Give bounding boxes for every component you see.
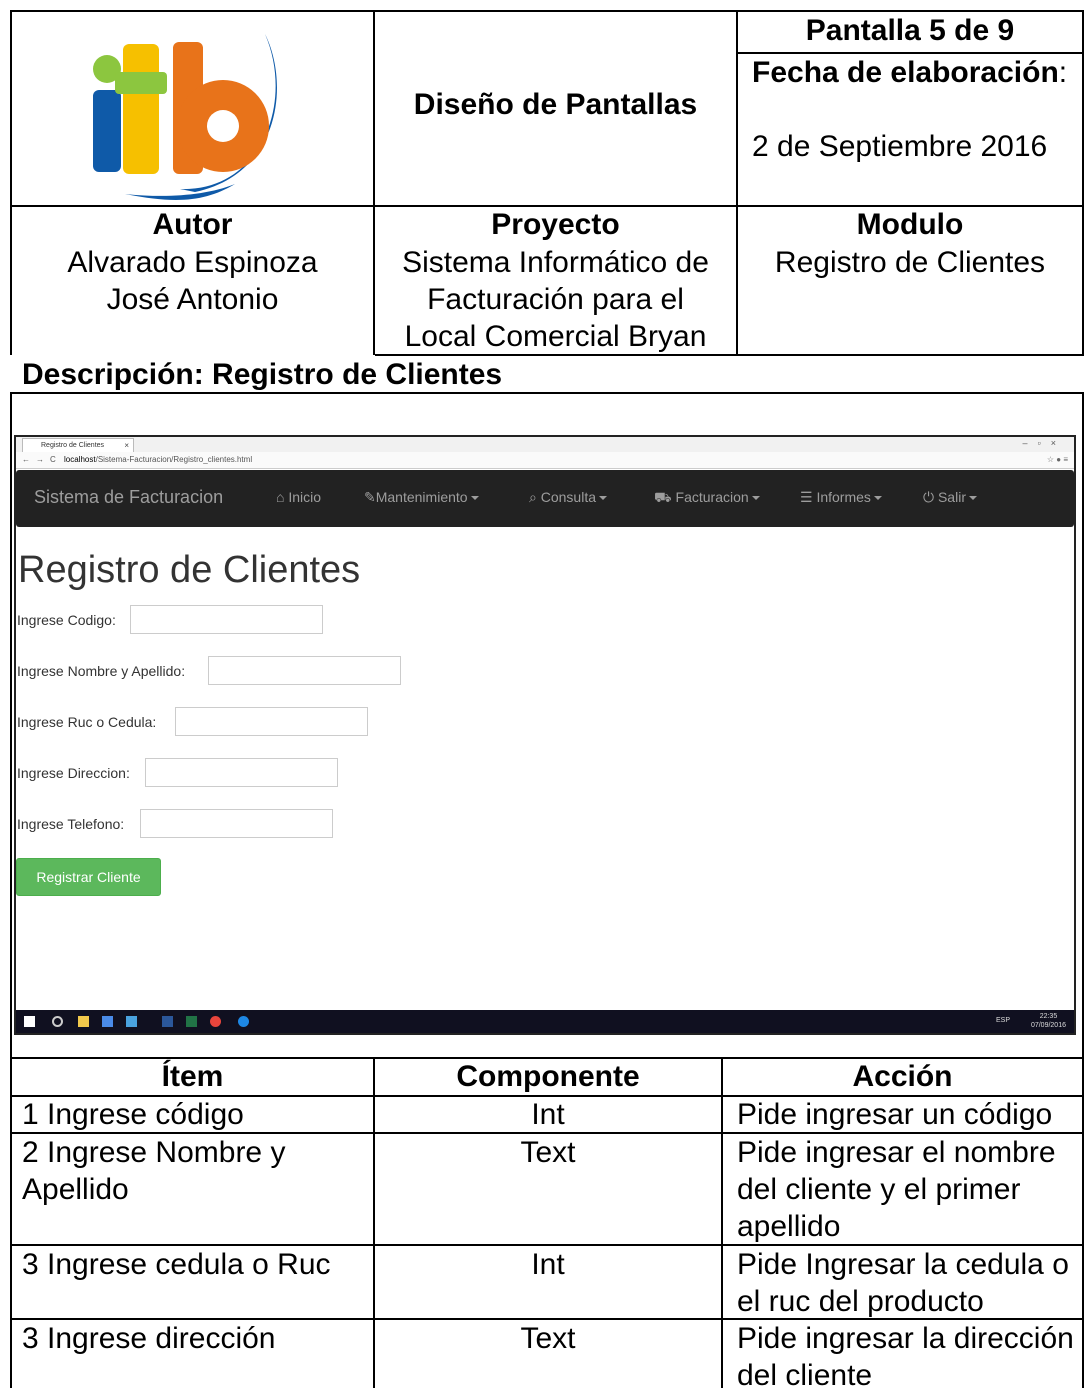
caret-down-icon [599, 496, 607, 501]
nav-informes[interactable]: ☰ Informes [800, 489, 882, 506]
language-indicator: ESP [995, 1017, 1010, 1024]
row-4-componente: Text [520, 1322, 576, 1355]
row-3-componente: Int [531, 1248, 565, 1281]
nav-brand[interactable]: Sistema de Facturacion [34, 487, 223, 508]
caret-down-icon [873, 496, 882, 501]
registrar-cliente-button[interactable]: Registrar Cliente [16, 858, 161, 896]
ruc-input[interactable] [175, 707, 368, 736]
header-accion: Acción [852, 1060, 953, 1093]
address-bar[interactable]: ←→C localhost/Sistema-Facturacion/Regist… [16, 452, 1074, 469]
telefono-input[interactable] [140, 809, 333, 838]
nombre-label: Ingrese Nombre y Apellido: [17, 663, 186, 679]
wrench-icon: ✎ [364, 489, 376, 505]
cart-icon: ⛟ [654, 489, 672, 505]
itb-logo [85, 14, 295, 202]
border-line [10, 392, 12, 1057]
header-item: Ítem [161, 1060, 224, 1093]
fecha-value: 2 de Septiembre 2016 [752, 130, 1048, 163]
nav-mantenimiento[interactable]: ✎Mantenimiento [364, 489, 479, 506]
url-path: /Sistema-Facturacion/Registro_clientes.h… [95, 455, 253, 464]
nav-consulta[interactable]: ⌕ Consulta [529, 489, 607, 506]
nav-facturacion[interactable]: ⛟ Facturacion [654, 489, 760, 508]
edge-icon[interactable] [238, 1016, 249, 1027]
browser-tab-bar: Registro de Clientes × –▫× [16, 437, 1074, 453]
row-2-componente: Text [520, 1136, 576, 1169]
modulo-value: Registro de Clientes [774, 246, 1046, 279]
proyecto-label: Proyecto [491, 208, 620, 241]
home-icon: ⌂ [276, 489, 285, 505]
row-4-item: 3 Ingrese dirección [22, 1322, 276, 1355]
caret-down-icon [968, 496, 977, 501]
nombre-input[interactable] [208, 656, 401, 685]
codigo-label: Ingrese Codigo: [17, 612, 116, 628]
ruc-label: Ingrese Ruc o Cedula: [17, 714, 157, 730]
caret-down-icon [751, 496, 760, 501]
proyecto-line-1: Sistema Informático de [402, 246, 709, 279]
tab-close-icon[interactable]: × [124, 439, 129, 452]
browser-screenshot: Registro de Clientes × –▫× ←→C localhost… [14, 435, 1076, 1035]
proyecto-line-3: Local Comercial Bryan [404, 320, 707, 353]
word-icon[interactable] [162, 1016, 173, 1027]
app-navbar: Sistema de Facturacion ⌂ Inicio ✎Manteni… [16, 470, 1074, 527]
autor-line-1: Alvarado Espinoza [67, 246, 318, 279]
border-line [10, 1057, 12, 1388]
row-2-item: 2 Ingrese Nombre y Apellido [22, 1136, 286, 1206]
nav-arrows-icon[interactable]: ←→C [22, 455, 62, 464]
list-icon: ☰ [800, 489, 813, 505]
chrome-icon[interactable] [210, 1016, 221, 1027]
row-2-accion: Pide ingresar el nombre del cliente y el… [737, 1136, 1056, 1243]
row-3-accion: Pide Ingresar la cedula o el ruc del pro… [737, 1248, 1069, 1318]
nav-inicio[interactable]: ⌂ Inicio [276, 489, 321, 505]
windows-start-icon[interactable] [24, 1016, 35, 1027]
clock: 22:35 07/09/2016 [1030, 1013, 1066, 1029]
row-3-item: 3 Ingrese cedula o Ruc [22, 1248, 331, 1281]
row-1-item: 1 Ingrese código [22, 1098, 244, 1131]
window-controls-icon[interactable]: –▫× [1023, 438, 1066, 448]
power-icon: ⏻ [923, 489, 935, 505]
autor-line-2: José Antonio [106, 283, 279, 316]
doc-title: Diseño de Pantallas [413, 88, 698, 121]
row-4-accion: Pide ingresar la dirección del cliente [737, 1322, 1074, 1392]
row-1-componente: Int [531, 1098, 565, 1131]
file-explorer-icon[interactable] [78, 1016, 89, 1027]
browser-tab[interactable]: Registro de Clientes × [22, 438, 134, 452]
url-host: localhost [64, 455, 96, 464]
row-1-accion: Pide ingresar un código [737, 1098, 1053, 1131]
direccion-input[interactable] [145, 758, 338, 787]
border-line [736, 10, 738, 355]
search-icon: ⌕ [529, 489, 537, 505]
screen-counter: Pantalla 5 de 9 [805, 14, 1015, 47]
codigo-input[interactable] [130, 605, 323, 634]
taskbar: ESP 22:35 07/09/2016 [16, 1010, 1074, 1033]
border-line [721, 1057, 723, 1388]
search-icon[interactable] [52, 1016, 63, 1027]
telefono-label: Ingrese Telefono: [17, 816, 125, 832]
descripcion-heading: Descripción: Registro de Clientes [22, 358, 503, 391]
nav-salir[interactable]: ⏻ Salir [923, 489, 977, 506]
header-componente: Componente [456, 1060, 640, 1093]
autor-label: Autor [152, 208, 233, 241]
proyecto-line-2: Facturación para el [427, 283, 684, 316]
store-icon[interactable] [126, 1016, 137, 1027]
modulo-label: Modulo [856, 208, 964, 241]
mail-icon[interactable] [102, 1016, 113, 1027]
excel-icon[interactable] [186, 1016, 197, 1027]
browser-menu-icon[interactable]: ☆ ● ≡ [1047, 452, 1068, 468]
page-title: Registro de Clientes [18, 549, 361, 591]
fecha-label: Fecha de elaboración: [752, 56, 1068, 89]
caret-down-icon [470, 496, 479, 501]
direccion-label: Ingrese Direccion: [17, 765, 130, 781]
